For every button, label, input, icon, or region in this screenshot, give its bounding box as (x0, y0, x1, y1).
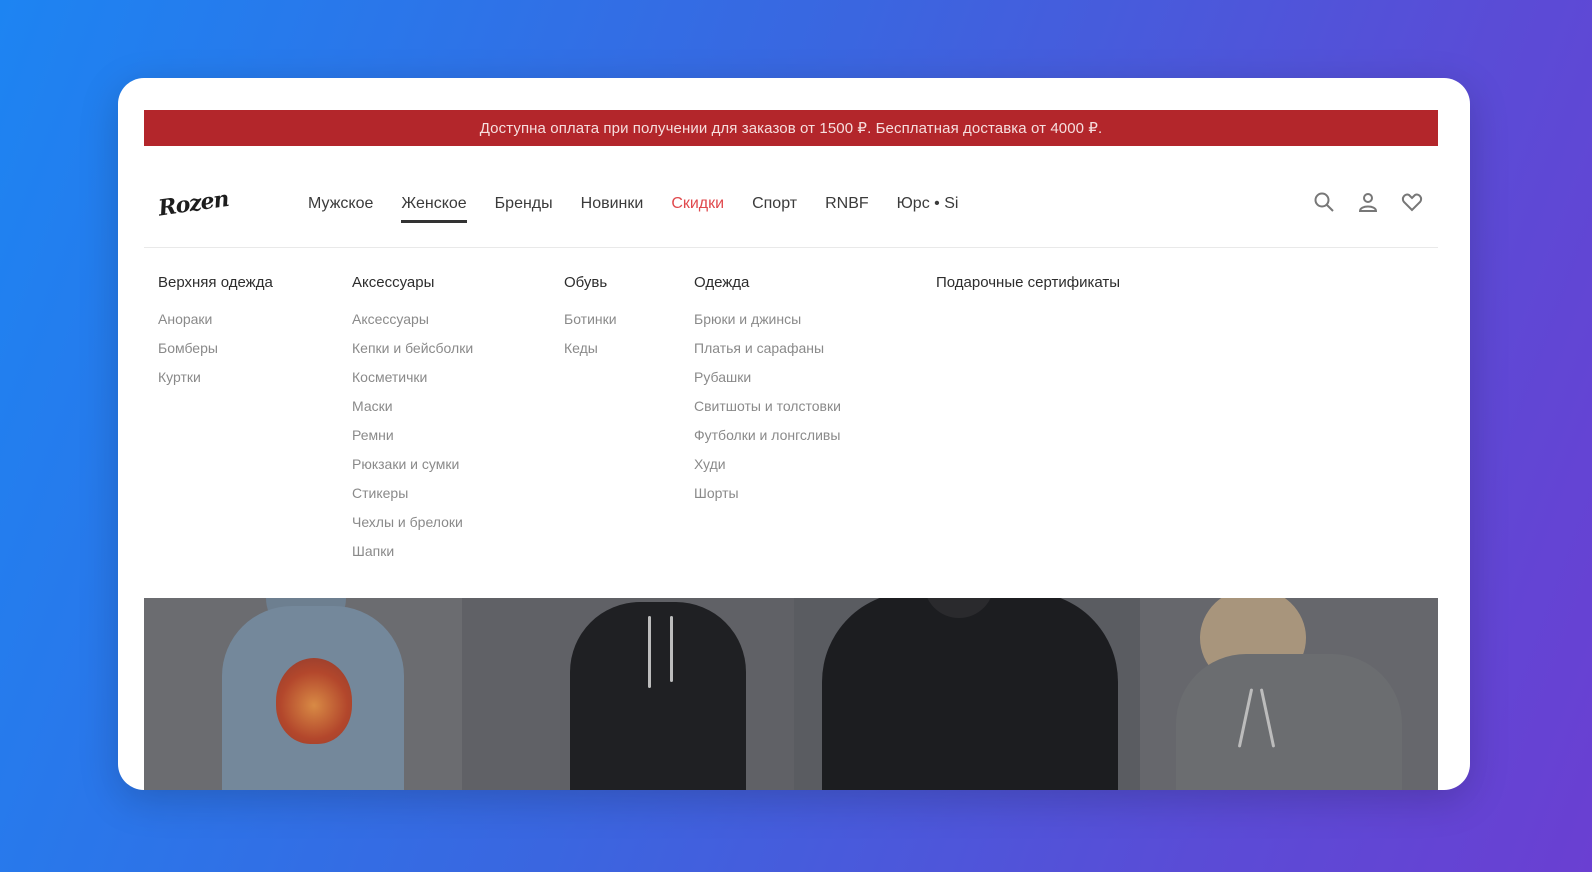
menu-column-title[interactable]: Аксессуары (352, 274, 473, 291)
hero-panel (462, 598, 794, 790)
nav-item-women[interactable]: Женское (401, 195, 467, 223)
search-icon[interactable] (1312, 190, 1336, 214)
nav-item-rnbf[interactable]: RNBF (825, 195, 869, 213)
main-nav: Мужское Женское Бренды Новинки Скидки Сп… (308, 160, 958, 248)
menu-item[interactable]: Ботинки (564, 311, 617, 340)
promo-banner: Доступна оплата при получении для заказо… (144, 110, 1438, 146)
menu-item[interactable]: Шорты (694, 485, 841, 514)
menu-item[interactable]: Стикеры (352, 485, 473, 514)
menu-item[interactable]: Футболки и лонгсливы (694, 427, 841, 456)
menu-item[interactable]: Чехлы и брелоки (352, 514, 473, 543)
menu-item[interactable]: Ремни (352, 427, 473, 456)
menu-column-outerwear: Верхняя одежда Анораки Бомберы Куртки (158, 274, 273, 398)
menu-column-shoes: Обувь Ботинки Кеды (564, 274, 617, 369)
menu-item[interactable]: Свитшоты и толстовки (694, 398, 841, 427)
hoodie-string (648, 616, 651, 688)
menu-column-accessories: Аксессуары Аксессуары Кепки и бейсболки … (352, 274, 473, 572)
site-header: Rozen Мужское Женское Бренды Новинки Ски… (144, 160, 1438, 248)
nav-item-extra[interactable]: Юрс • Si (897, 195, 959, 213)
menu-item[interactable]: Аксессуары (352, 311, 473, 340)
nav-item-men[interactable]: Мужское (308, 195, 373, 213)
menu-item[interactable]: Рюкзаки и сумки (352, 456, 473, 485)
user-icon[interactable] (1356, 190, 1380, 214)
menu-column-title[interactable]: Одежда (694, 274, 841, 291)
brand-logo[interactable]: Rozen (154, 163, 272, 240)
model-hoodie (570, 602, 746, 790)
model-hoodie (1176, 654, 1402, 790)
menu-item[interactable]: Платья и сарафаны (694, 340, 841, 369)
menu-item[interactable]: Кепки и бейсболки (352, 340, 473, 369)
hoodie-print (276, 658, 352, 744)
menu-item[interactable]: Брюки и джинсы (694, 311, 841, 340)
menu-item[interactable]: Шапки (352, 543, 473, 572)
heart-icon[interactable] (1400, 190, 1424, 214)
hero-panel (794, 598, 1140, 790)
hoodie-string (670, 616, 673, 682)
promo-text: Доступна оплата при получении для заказо… (479, 120, 1103, 137)
logo-text: Rozen (156, 185, 231, 222)
hero-panel (1140, 598, 1438, 790)
browser-card: Доступна оплата при получении для заказо… (118, 78, 1470, 790)
menu-item[interactable]: Худи (694, 456, 841, 485)
header-icons (1312, 190, 1424, 214)
menu-column-gift-cards: Подарочные сертификаты (936, 274, 1120, 311)
hero-panel (144, 598, 462, 790)
menu-column-title[interactable]: Подарочные сертификаты (936, 274, 1120, 291)
menu-item[interactable]: Куртки (158, 369, 273, 398)
menu-item[interactable]: Рубашки (694, 369, 841, 398)
model-hoodie (822, 598, 1118, 790)
mega-menu: Верхняя одежда Анораки Бомберы Куртки Ак… (144, 274, 1438, 574)
nav-item-sale[interactable]: Скидки (671, 195, 724, 213)
menu-item[interactable]: Анораки (158, 311, 273, 340)
menu-column-title[interactable]: Верхняя одежда (158, 274, 273, 291)
menu-item[interactable]: Косметички (352, 369, 473, 398)
menu-column-title[interactable]: Обувь (564, 274, 617, 291)
hero-banner[interactable] (144, 598, 1438, 790)
nav-item-sport[interactable]: Спорт (752, 195, 797, 213)
menu-column-clothing: Одежда Брюки и джинсы Платья и сарафаны … (694, 274, 841, 514)
nav-item-new[interactable]: Новинки (581, 195, 644, 213)
nav-item-brands[interactable]: Бренды (495, 195, 553, 213)
menu-item[interactable]: Бомберы (158, 340, 273, 369)
menu-item[interactable]: Кеды (564, 340, 617, 369)
menu-item[interactable]: Маски (352, 398, 473, 427)
